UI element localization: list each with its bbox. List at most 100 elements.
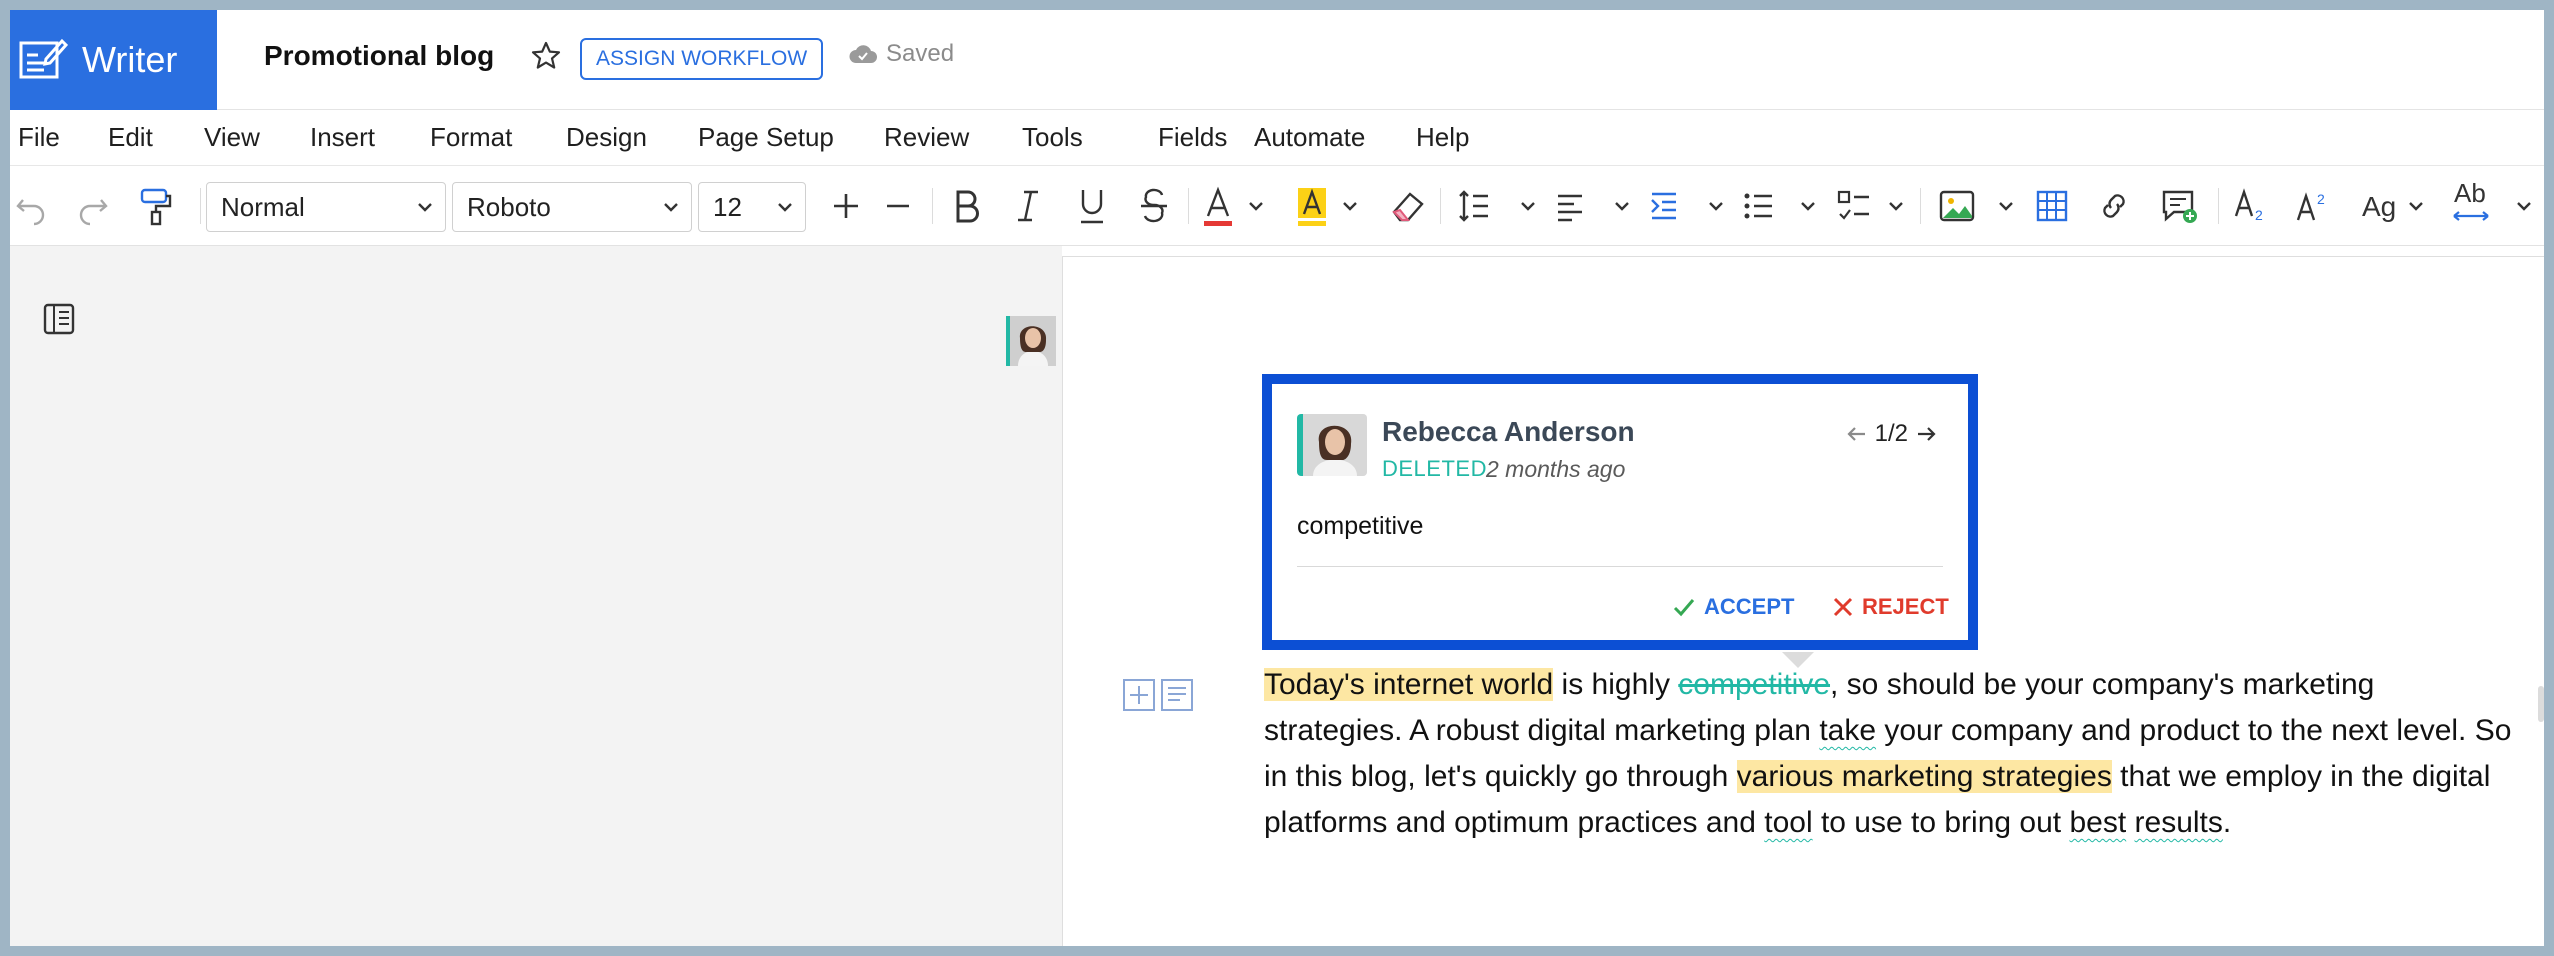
- paragraph-style-value: Normal: [221, 191, 305, 222]
- add-comment-icon[interactable]: [2160, 186, 2198, 226]
- author-avatar: [1297, 414, 1367, 476]
- save-status-label: Saved: [886, 40, 955, 67]
- title-bar: Writer Promotional blog ASSIGN WORKFLOW …: [10, 10, 2544, 110]
- writer-logo-icon: [19, 38, 68, 79]
- text-run: [2126, 806, 2134, 839]
- author-name: Rebecca Anderson: [1382, 416, 1635, 447]
- highlight-color-icon[interactable]: [1294, 186, 1330, 228]
- paragraph-tools: [1122, 678, 1194, 712]
- menu-design[interactable]: Design: [566, 122, 647, 153]
- chevron-down-icon: [778, 203, 792, 212]
- undo-icon[interactable]: [14, 186, 48, 226]
- reject-button[interactable]: REJECT: [1832, 594, 1949, 620]
- chevron-down-icon[interactable]: [2406, 196, 2426, 216]
- font-family-select[interactable]: Roboto: [452, 182, 692, 232]
- insert-image-icon[interactable]: [1938, 186, 1976, 226]
- save-status: Saved: [848, 40, 954, 68]
- deleted-text[interactable]: competitive: [1678, 668, 1830, 701]
- menu-tools[interactable]: Tools: [1022, 122, 1083, 153]
- paint-format-icon[interactable]: [136, 186, 176, 228]
- menu-format[interactable]: Format: [430, 122, 512, 153]
- arrow-left-icon[interactable]: [1845, 422, 1869, 446]
- scrollbar[interactable]: [2538, 686, 2544, 722]
- track-change-popup: Rebecca Anderson DELETED 2 months ago 1/…: [1262, 374, 1978, 650]
- increase-font-icon[interactable]: [828, 186, 864, 226]
- document-title[interactable]: Promotional blog: [264, 40, 494, 72]
- document-outline-icon[interactable]: [42, 302, 76, 336]
- assign-workflow-button[interactable]: ASSIGN WORKFLOW: [580, 38, 824, 80]
- grammar-flagged-word[interactable]: take: [1819, 714, 1876, 747]
- comment-avatar-marker[interactable]: [1006, 316, 1056, 366]
- subscript-icon[interactable]: 2: [2232, 186, 2272, 226]
- brand-logo[interactable]: Writer: [10, 10, 217, 110]
- strikethrough-icon[interactable]: [1136, 186, 1172, 226]
- superscript-icon[interactable]: 2: [2294, 186, 2334, 226]
- svg-text:Ag: Ag: [2362, 191, 2396, 222]
- eraser-icon[interactable]: [1388, 186, 1426, 226]
- line-spacing-icon[interactable]: [1456, 186, 1492, 226]
- menu-fields[interactable]: Fields: [1158, 122, 1227, 153]
- italic-icon[interactable]: [1010, 186, 1046, 226]
- redo-icon[interactable]: [76, 186, 110, 226]
- menu-review[interactable]: Review: [884, 122, 969, 153]
- formatting-toolbar: Normal Roboto 12 2 2 Ag Ab: [10, 166, 2544, 246]
- menu-view[interactable]: View: [204, 122, 260, 153]
- add-block-icon[interactable]: [1122, 678, 1156, 712]
- character-spacing-icon[interactable]: Ab: [2450, 178, 2494, 228]
- chevron-down-icon[interactable]: [1612, 196, 1632, 216]
- chevron-down-icon[interactable]: [1798, 196, 1818, 216]
- text-run: .: [2222, 806, 2232, 839]
- chevron-down-icon[interactable]: [2514, 196, 2534, 216]
- chevron-down-icon[interactable]: [1996, 196, 2016, 216]
- chevron-down-icon: [664, 203, 678, 212]
- toolbar-separator: [932, 188, 933, 224]
- bullet-list-icon[interactable]: [1740, 186, 1776, 226]
- font-family-value: Roboto: [467, 191, 551, 222]
- font-size-value: 12: [713, 191, 742, 222]
- avatar: [1010, 316, 1056, 366]
- text-run: is highly: [1553, 668, 1679, 701]
- menu-bar: File Edit View Insert Format Design Page…: [10, 110, 2544, 166]
- align-left-icon[interactable]: [1552, 186, 1588, 226]
- grammar-flagged-word[interactable]: best: [2069, 806, 2126, 839]
- accept-label: ACCEPT: [1704, 594, 1795, 619]
- chevron-down-icon[interactable]: [1518, 196, 1538, 216]
- menu-help[interactable]: Help: [1416, 122, 1469, 153]
- check-icon: [1673, 599, 1695, 617]
- underline-icon[interactable]: [1074, 186, 1110, 226]
- paragraph-style-select[interactable]: Normal: [206, 182, 446, 232]
- chevron-down-icon[interactable]: [1886, 196, 1906, 216]
- writer-app: Writer Promotional blog ASSIGN WORKFLOW …: [10, 10, 2544, 946]
- menu-insert[interactable]: Insert: [310, 122, 375, 153]
- document-paragraph[interactable]: Today's internet world is highly competi…: [1264, 662, 2514, 846]
- arrow-right-icon[interactable]: [1914, 422, 1938, 446]
- chevron-down-icon[interactable]: [1246, 196, 1266, 216]
- toolbar-separator: [2218, 188, 2219, 224]
- paragraph-options-icon[interactable]: [1160, 678, 1194, 712]
- checklist-icon[interactable]: [1836, 186, 1872, 226]
- font-color-icon[interactable]: [1200, 186, 1236, 228]
- change-content: competitive: [1297, 512, 1424, 540]
- font-size-select[interactable]: 12: [698, 182, 806, 232]
- indent-icon[interactable]: [1646, 186, 1682, 226]
- decrease-font-icon[interactable]: [880, 186, 916, 226]
- link-icon[interactable]: [2096, 186, 2132, 226]
- menu-page-setup[interactable]: Page Setup: [698, 122, 834, 153]
- star-icon[interactable]: [530, 40, 562, 72]
- bold-icon[interactable]: [948, 186, 984, 226]
- menu-file[interactable]: File: [18, 122, 60, 153]
- close-icon: [1833, 597, 1853, 617]
- highlighted-text: various marketing strategies: [1736, 760, 2112, 793]
- accept-button[interactable]: ACCEPT: [1672, 594, 1794, 620]
- menu-edit[interactable]: Edit: [108, 122, 153, 153]
- svg-text:Ab: Ab: [2454, 178, 2486, 208]
- grammar-flagged-word[interactable]: tool: [1764, 806, 1812, 839]
- grammar-flagged-word[interactable]: results: [2135, 806, 2223, 839]
- toolbar-separator: [200, 188, 201, 224]
- insert-table-icon[interactable]: [2034, 186, 2070, 226]
- menu-automate[interactable]: Automate: [1254, 122, 1365, 153]
- change-case-icon[interactable]: Ag: [2360, 186, 2400, 226]
- chevron-down-icon[interactable]: [1706, 196, 1726, 216]
- chevron-down-icon[interactable]: [1340, 196, 1360, 216]
- toolbar-separator: [1920, 188, 1921, 224]
